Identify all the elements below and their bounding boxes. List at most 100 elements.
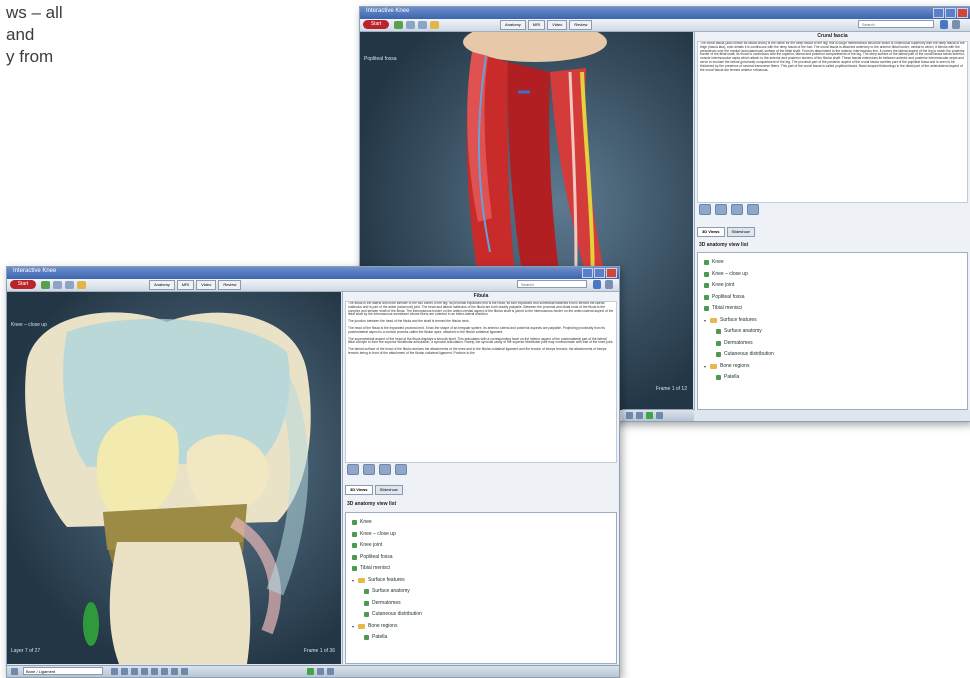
tab-review[interactable]: Review (569, 20, 593, 30)
folder-icon[interactable] (77, 281, 86, 289)
zoom-icon[interactable] (656, 412, 663, 419)
tab-3d-views[interactable]: 3D Views (697, 227, 725, 237)
tree-item[interactable]: Popliteal fossa (346, 552, 616, 564)
rotate-icon[interactable] (141, 668, 148, 675)
tree-item[interactable]: ▾ Surface features (346, 575, 616, 587)
tab-3d-views[interactable]: 3D Views (345, 485, 373, 495)
tree-item-label: Surface features (368, 576, 405, 583)
maximize-button[interactable] (594, 268, 605, 278)
main-tabs: Anatomy MRI Video Review (149, 280, 242, 290)
search-input[interactable]: Search (517, 280, 587, 288)
tree-item[interactable]: Tibial menisci (698, 303, 967, 315)
tab-video[interactable]: Video (547, 20, 568, 30)
description-text[interactable]: The crural fascia (also known as fascia … (697, 41, 968, 203)
status-bar (622, 409, 694, 421)
close-button[interactable] (957, 8, 968, 18)
play-icon[interactable] (626, 412, 633, 419)
remove-icon[interactable] (715, 204, 727, 215)
help-icon[interactable] (605, 280, 613, 289)
home-icon[interactable] (394, 21, 403, 29)
zoom-out-icon[interactable] (161, 668, 168, 675)
maximize-button[interactable] (945, 8, 956, 18)
layers-icon[interactable] (11, 668, 18, 675)
tab-mri[interactable]: MRI (527, 20, 546, 30)
print-icon[interactable] (379, 464, 391, 475)
folder-icon (358, 623, 365, 629)
expand-toggle-icon[interactable]: ▾ (704, 315, 709, 327)
tree-item[interactable]: Knee (698, 257, 967, 269)
3d-viewport[interactable]: Knee – close up Layer 7 of 27 Frame 1 of… (7, 292, 341, 664)
search-input[interactable]: Search (858, 20, 934, 28)
play-icon[interactable] (121, 668, 128, 675)
folder-icon[interactable] (430, 21, 439, 29)
tree-item[interactable]: Surface anatomy (346, 586, 616, 598)
tree-item[interactable]: ▾ Surface features (698, 315, 967, 327)
tab-review[interactable]: Review (218, 280, 242, 290)
tab-anatomy[interactable]: Anatomy (149, 280, 175, 290)
back-icon[interactable] (53, 281, 62, 289)
back-icon[interactable] (406, 21, 415, 29)
add-icon[interactable] (347, 464, 359, 475)
tree-item[interactable]: ▾ Bone regions (698, 361, 967, 373)
step-icon[interactable] (131, 668, 138, 675)
tree-item[interactable]: ▾ Bone regions (346, 621, 616, 633)
tree-item[interactable]: Patella (346, 632, 616, 644)
panel-title: Crural fascia (817, 33, 848, 39)
minimize-button[interactable] (582, 268, 593, 278)
expand-toggle-icon[interactable]: ▾ (352, 621, 357, 633)
tree-item-label: Popliteal fossa (360, 553, 393, 560)
tree-item-label: Knee joint (360, 542, 383, 548)
pan-icon[interactable] (171, 668, 178, 675)
screenshot-icon[interactable] (317, 668, 324, 675)
tab-mri[interactable]: MRI (176, 280, 195, 290)
view-list[interactable]: Knee Knee – close up Knee joint Popliteal f… (697, 252, 968, 410)
tree-item[interactable]: Popliteal fossa (698, 292, 967, 304)
minimize-button[interactable] (933, 8, 944, 18)
tree-item-label: Tibial menisci (712, 305, 743, 311)
add-icon[interactable] (699, 204, 711, 215)
view-icon (352, 543, 357, 549)
reset-icon[interactable] (181, 668, 188, 675)
tree-item[interactable]: Dermatomes (346, 598, 616, 610)
print-icon[interactable] (731, 204, 743, 215)
settings-icon[interactable] (327, 668, 334, 675)
tree-item[interactable]: Knee – close up (346, 529, 616, 541)
print-icon[interactable] (418, 21, 427, 29)
help-icon[interactable] (952, 20, 960, 29)
tree-item[interactable]: Cutaneous distribution (698, 349, 967, 361)
zoom-in-icon[interactable] (151, 668, 158, 675)
expand-toggle-icon[interactable]: ▾ (704, 361, 709, 373)
start-button[interactable]: Start (363, 20, 389, 29)
remove-icon[interactable] (363, 464, 375, 475)
search-go-icon[interactable] (940, 20, 948, 29)
tree-item[interactable]: Dermatomes (698, 338, 967, 350)
save-icon[interactable] (395, 464, 407, 475)
close-button[interactable] (606, 268, 617, 278)
print-icon[interactable] (65, 281, 74, 289)
home-icon[interactable] (41, 281, 50, 289)
tree-item[interactable]: Tibial menisci (346, 563, 616, 575)
tree-item[interactable]: Knee – close up (698, 269, 967, 281)
view-list[interactable]: Knee Knee – close up Knee joint Popliteal f… (345, 512, 617, 664)
layer-select[interactable]: Bone / Ligament (23, 667, 103, 675)
tab-anatomy[interactable]: Anatomy (500, 20, 526, 30)
rewind-icon[interactable] (111, 668, 118, 675)
start-button[interactable]: Start (10, 280, 36, 289)
layer-indicator-icon (646, 412, 653, 419)
save-icon[interactable] (747, 204, 759, 215)
tree-item[interactable]: Knee (346, 517, 616, 529)
tab-video[interactable]: Video (196, 280, 217, 290)
tab-slideshow[interactable]: Slideshow (726, 227, 755, 237)
tree-item[interactable]: Cutaneous distribution (346, 609, 616, 621)
tab-slideshow[interactable]: Slideshow (374, 485, 403, 495)
step-icon[interactable] (636, 412, 643, 419)
tree-item[interactable]: Surface anatomy (698, 326, 967, 338)
tree-item[interactable]: Knee joint (698, 280, 967, 292)
expand-toggle-icon[interactable]: ▾ (352, 575, 357, 587)
tree-item[interactable]: Patella (698, 372, 967, 384)
search-go-icon[interactable] (593, 280, 601, 289)
description-text[interactable]: The fibula is the lateral and more slend… (345, 301, 617, 463)
tree-item[interactable]: Knee joint (346, 540, 616, 552)
title-bar: Interactive Knee (360, 7, 970, 19)
knee-bone-render (25, 312, 311, 664)
